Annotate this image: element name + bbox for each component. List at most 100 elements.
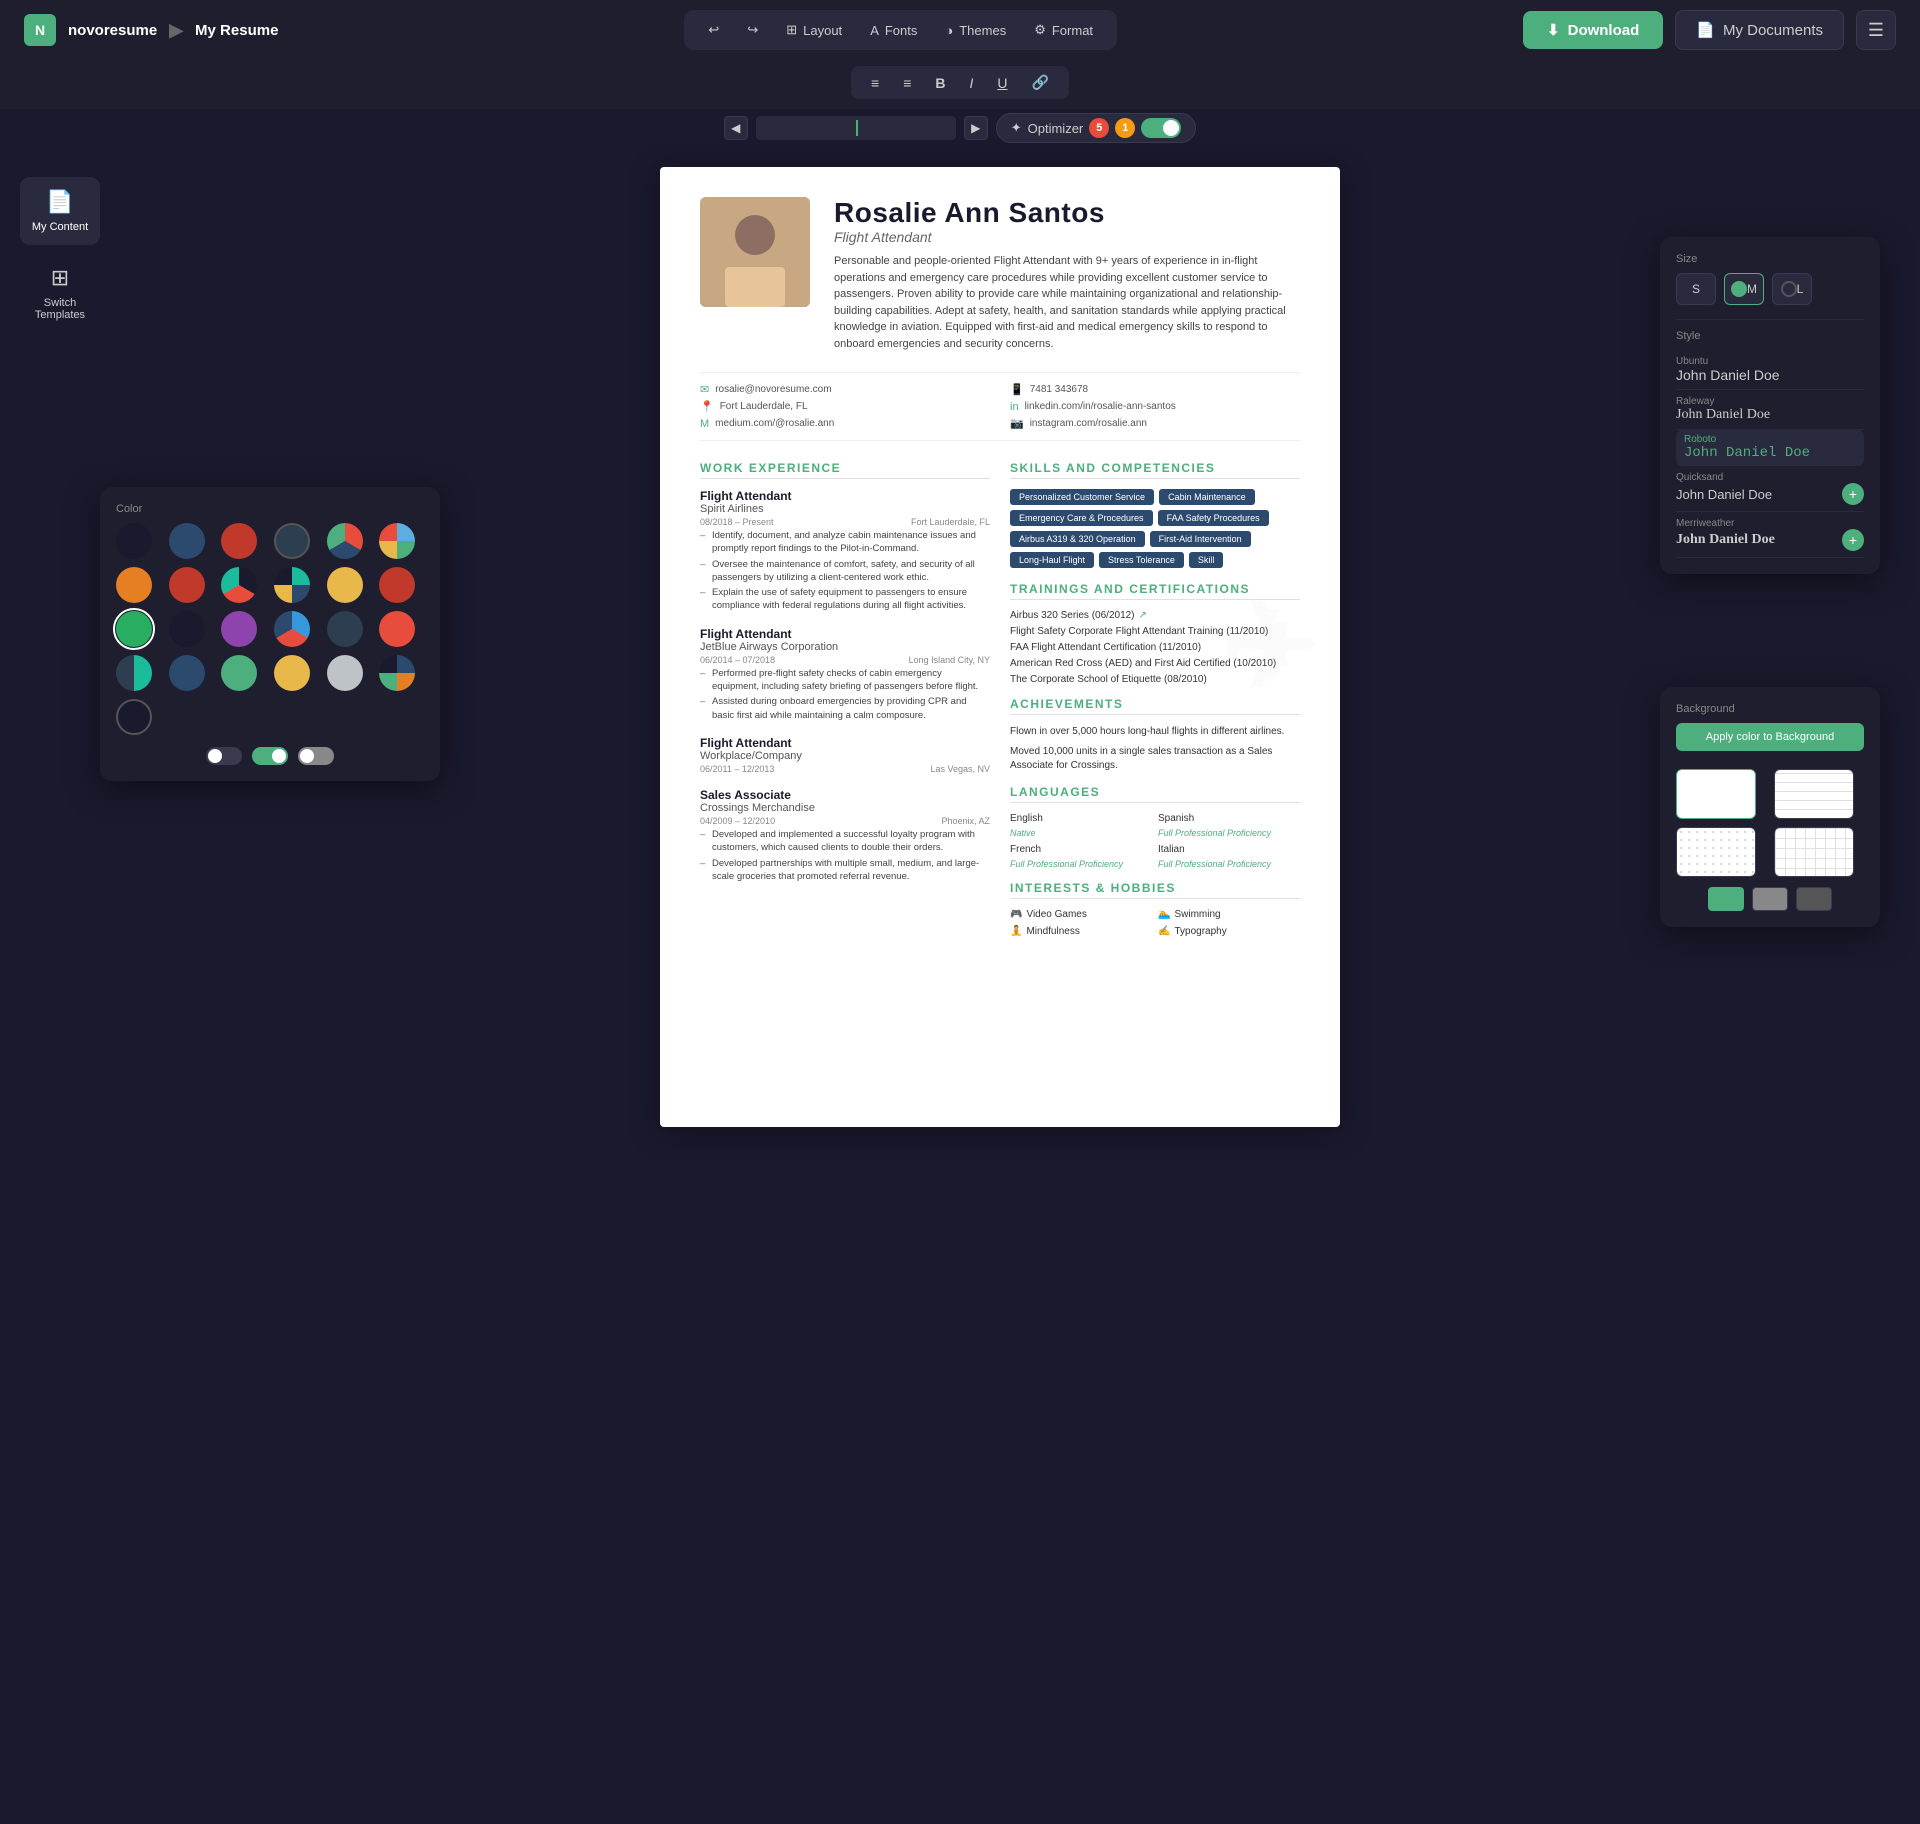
location-value: Fort Lauderdale, FL: [720, 401, 808, 412]
color-dot[interactable]: [274, 567, 310, 603]
bg-option-white[interactable]: [1676, 769, 1756, 819]
download-button[interactable]: ⬇ Download: [1523, 11, 1663, 49]
color-toggle-2[interactable]: [298, 747, 334, 765]
color-dot[interactable]: [274, 655, 310, 691]
color-dot[interactable]: [379, 567, 415, 603]
color-dot[interactable]: [327, 523, 363, 559]
color-dot[interactable]: [221, 567, 257, 603]
color-dot[interactable]: [169, 567, 205, 603]
optimizer-button[interactable]: ✦ Optimizer 5 1: [996, 113, 1197, 143]
align-center-button[interactable]: ≡: [893, 70, 921, 95]
sidebar-item-switch-templates[interactable]: ⊞ Switch Templates: [20, 253, 100, 333]
color-dot[interactable]: [274, 523, 310, 559]
size-m-button[interactable]: M: [1724, 273, 1764, 305]
contact-medium: M medium.com/@rosalie.ann: [700, 417, 990, 430]
color-dot[interactable]: [327, 567, 363, 603]
bg-option-dots[interactable]: [1676, 827, 1756, 877]
font-raleway[interactable]: Raleway John Daniel Doe: [1676, 390, 1864, 430]
color-dot[interactable]: [327, 655, 363, 691]
font-merriweather[interactable]: Merriweather John Daniel Doe +: [1676, 512, 1864, 558]
color-toggle-1[interactable]: [252, 747, 288, 765]
list-item: Explain the use of safety equipment to p…: [700, 586, 990, 613]
link-button[interactable]: 🔗: [1022, 70, 1059, 95]
lang-item-1: Spanish Full Professional Proficiency: [1158, 813, 1300, 838]
font-ubuntu[interactable]: Ubuntu John Daniel Doe: [1676, 350, 1864, 390]
undo-button[interactable]: ↩: [696, 16, 731, 44]
color-toggles: [116, 747, 424, 765]
color-dot[interactable]: [116, 567, 152, 603]
font-merriweather-add[interactable]: +: [1842, 529, 1864, 551]
job-1-role[interactable]: Flight Attendant: [700, 627, 990, 641]
resume-summary[interactable]: Personable and people-oriented Flight At…: [834, 253, 1300, 352]
color-toggle-0[interactable]: [206, 747, 242, 765]
themes-button[interactable]: ◑ Themes: [933, 17, 1018, 44]
ruler-left-arrow[interactable]: ◀: [724, 116, 748, 140]
resume-name[interactable]: Rosalie Ann Santos: [834, 197, 1300, 229]
color-dot[interactable]: [221, 611, 257, 647]
my-documents-button[interactable]: 📄 My Documents: [1675, 10, 1844, 50]
medium-value: medium.com/@rosalie.ann: [715, 418, 834, 429]
interests-grid: 🎮 Video Games 🏊 Swimming 🧘 Mindfulness: [1010, 909, 1300, 937]
job-1-bullets: Performed pre-flight safety checks of ca…: [700, 667, 990, 722]
photo-placeholder: [700, 197, 810, 307]
color-dot[interactable]: [169, 611, 205, 647]
job-3-role[interactable]: Sales Associate: [700, 788, 990, 802]
doc-name[interactable]: My Resume: [195, 22, 278, 39]
skill-tag: FAA Safety Procedures: [1158, 510, 1269, 526]
format-button[interactable]: ⚙ Format: [1022, 16, 1105, 44]
optimizer-toggle[interactable]: [1141, 118, 1181, 138]
toggle-knob-1: [272, 749, 286, 763]
color-dot[interactable]: [116, 523, 152, 559]
sidebar-item-my-content[interactable]: 📄 My Content: [20, 177, 100, 245]
optimizer-icon: ✦: [1011, 120, 1022, 136]
job-0-role[interactable]: Flight Attendant: [700, 489, 990, 503]
color-dot[interactable]: [221, 655, 257, 691]
font-quicksand-add[interactable]: +: [1842, 483, 1864, 505]
color-dot[interactable]: [379, 611, 415, 647]
bg-color-btn-green[interactable]: [1708, 887, 1744, 911]
color-dot[interactable]: [116, 699, 152, 735]
bg-color-btn-gray[interactable]: [1752, 887, 1788, 911]
color-dot[interactable]: [221, 523, 257, 559]
optimizer-badge-red: 5: [1089, 118, 1109, 138]
color-dot[interactable]: [116, 611, 152, 647]
color-dot[interactable]: [169, 523, 205, 559]
font-quicksand[interactable]: Quicksand John Daniel Doe +: [1676, 466, 1864, 512]
color-dot[interactable]: [379, 655, 415, 691]
ruler-right-arrow[interactable]: ▶: [964, 116, 988, 140]
panel-color: Color: [100, 487, 440, 781]
layout-button[interactable]: ⊞ Layout: [774, 16, 854, 44]
skill-tag: Emergency Care & Procedures: [1010, 510, 1153, 526]
bg-option-lines[interactable]: [1774, 769, 1854, 819]
skill-tag: Long-Haul Flight: [1010, 552, 1094, 568]
bg-color-btn-dark[interactable]: [1796, 887, 1832, 911]
work-experience-title: WORK EXPERIENCE: [700, 461, 990, 479]
size-l-button[interactable]: L: [1772, 273, 1812, 305]
color-dot[interactable]: [379, 523, 415, 559]
interest-name-1: Swimming: [1174, 909, 1220, 920]
redo-button[interactable]: ↪: [735, 16, 770, 44]
fonts-button[interactable]: A Fonts: [858, 17, 929, 44]
linkedin-value: linkedin.com/in/rosalie-ann-santos: [1025, 401, 1176, 412]
cert-link-icon-0[interactable]: ↗: [1139, 610, 1147, 621]
size-s-button[interactable]: S: [1676, 273, 1716, 305]
color-dot[interactable]: [116, 655, 152, 691]
color-dot[interactable]: [169, 655, 205, 691]
font-roboto[interactable]: Roboto John Daniel Doe: [1676, 430, 1864, 466]
skill-tag: Stress Tolerance: [1099, 552, 1184, 568]
menu-button[interactable]: ☰: [1856, 10, 1896, 50]
bg-option-grid[interactable]: [1774, 827, 1854, 877]
align-left-button[interactable]: ≡: [861, 70, 889, 95]
panel-background: Background Apply color to Background: [1660, 687, 1880, 927]
job-2-role[interactable]: Flight Attendant: [700, 736, 990, 750]
color-grid: [116, 523, 424, 735]
my-docs-icon: 📄: [1696, 21, 1715, 39]
color-dot[interactable]: [274, 611, 310, 647]
color-dot[interactable]: [327, 611, 363, 647]
size-l-radio: [1781, 281, 1797, 297]
italic-button[interactable]: I: [960, 70, 984, 95]
bold-button[interactable]: B: [925, 70, 955, 95]
interest-name-0: Video Games: [1026, 909, 1086, 920]
apply-color-button[interactable]: Apply color to Background: [1676, 723, 1864, 751]
underline-button[interactable]: U: [987, 70, 1017, 95]
